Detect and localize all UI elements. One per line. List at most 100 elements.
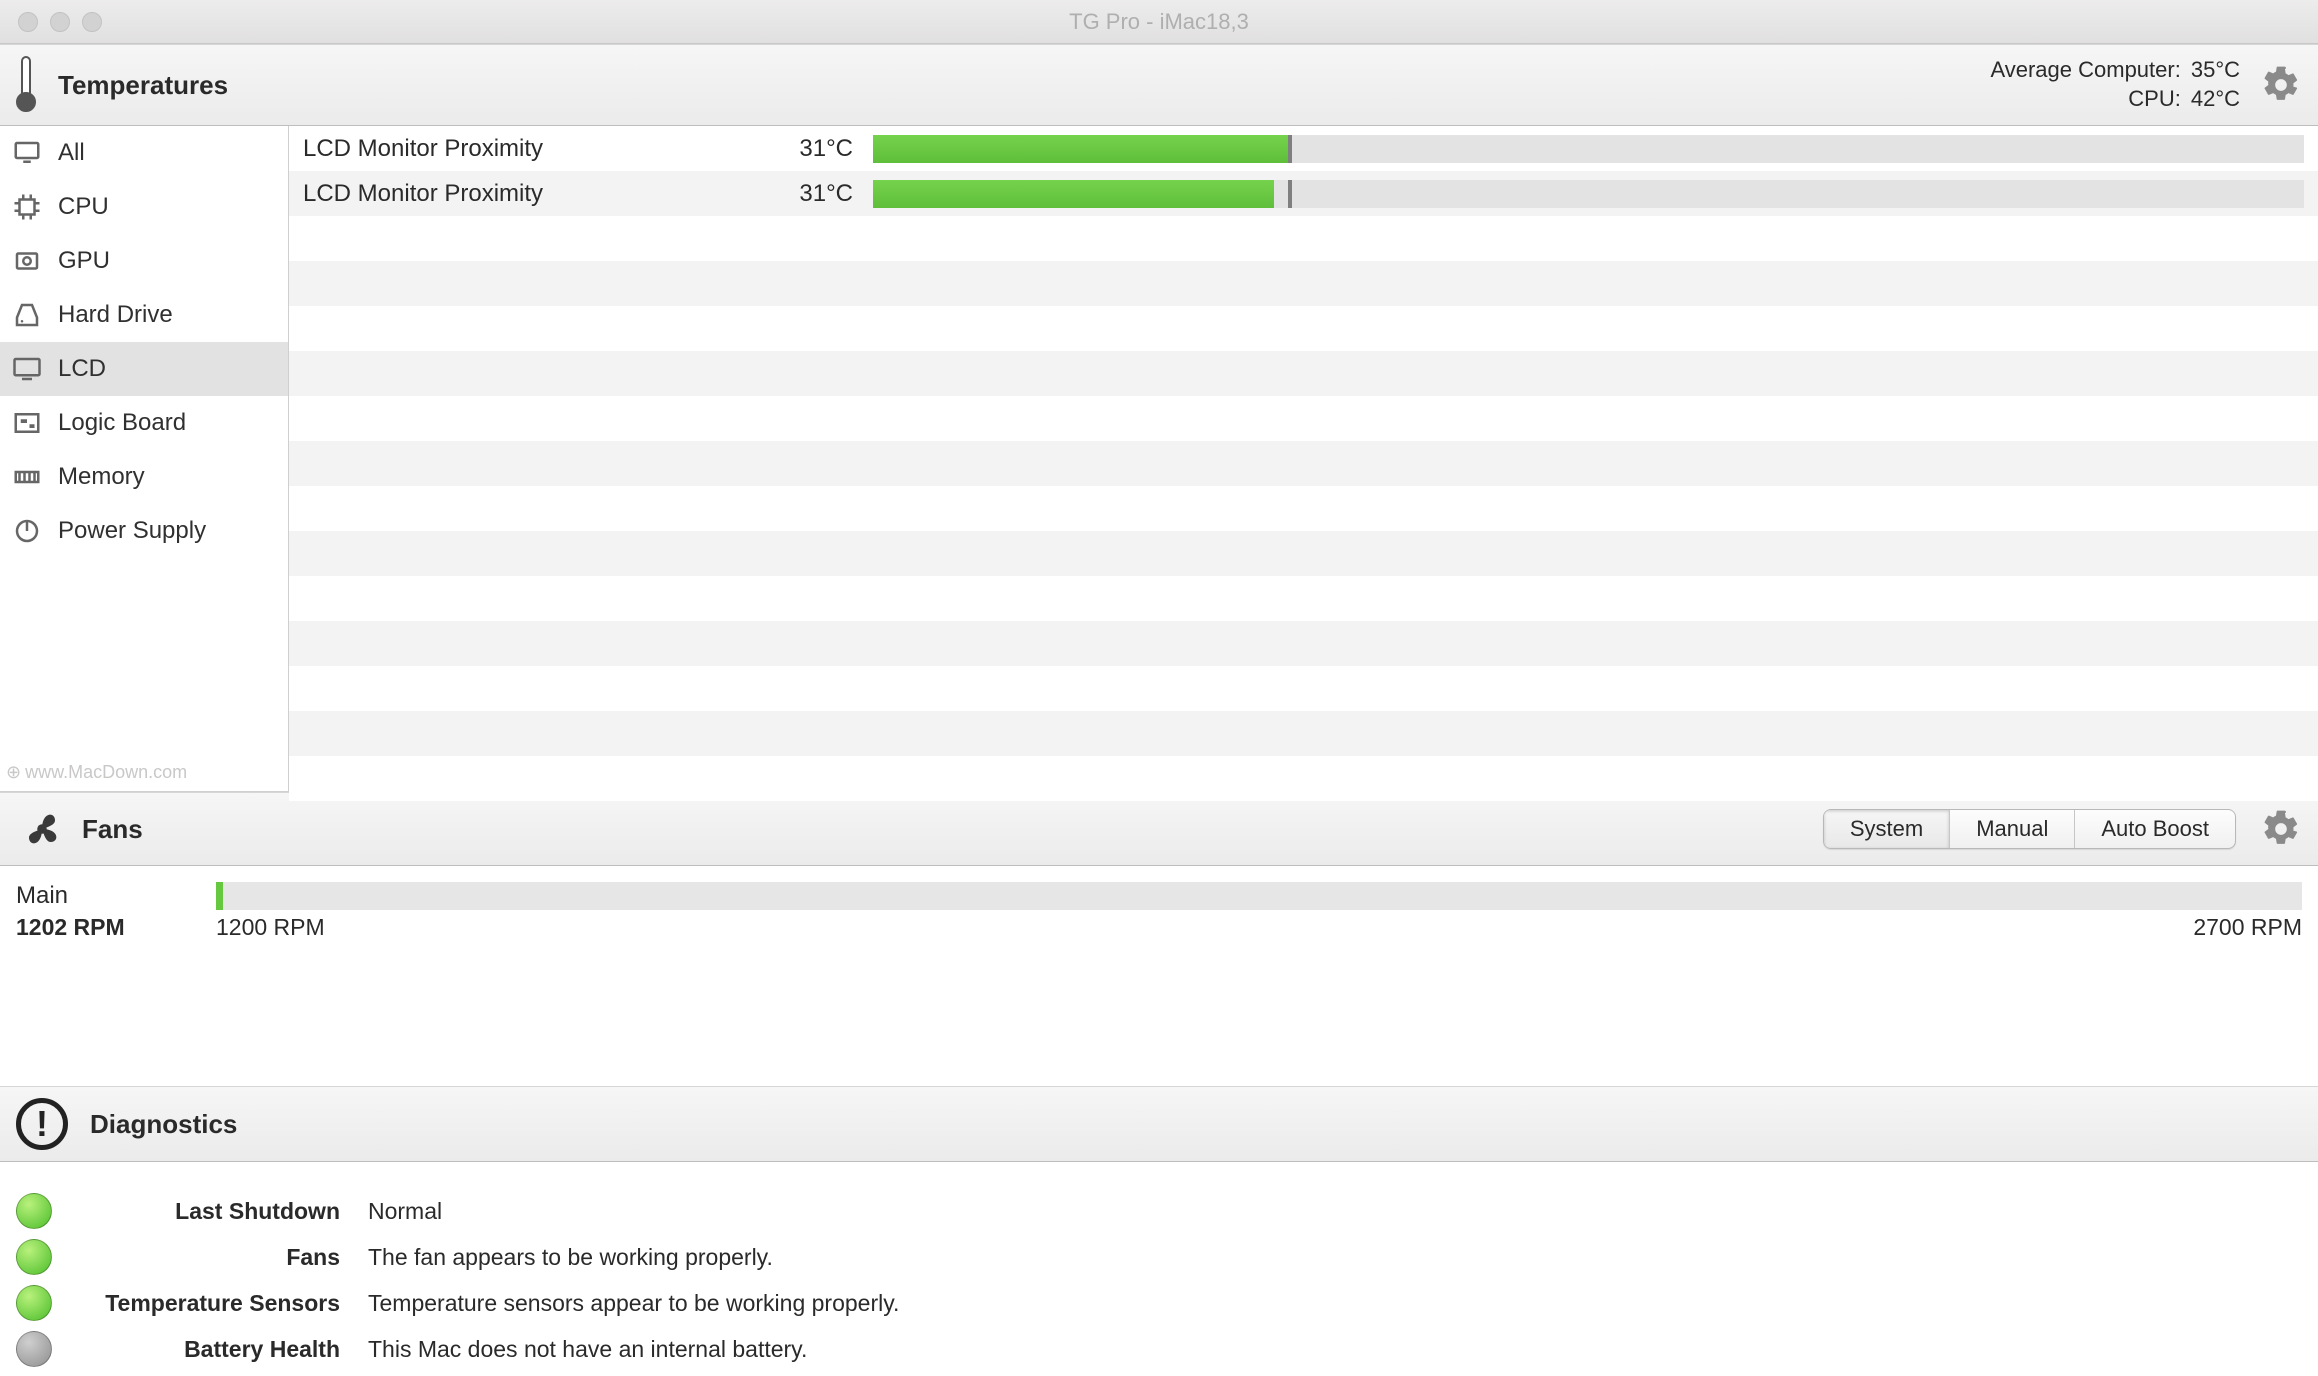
diagnostic-row: Fans The fan appears to be working prope… bbox=[16, 1234, 2302, 1280]
avg-computer-value: 35°C bbox=[2191, 56, 2240, 85]
empty-row bbox=[289, 441, 2318, 486]
empty-row bbox=[289, 666, 2318, 711]
avg-computer-label: Average Computer: bbox=[1990, 56, 2180, 85]
diagnostic-label: Temperature Sensors bbox=[88, 1290, 340, 1317]
memory-icon bbox=[10, 462, 44, 492]
gear-icon bbox=[2261, 65, 2301, 105]
fan-mode-auto-boost[interactable]: Auto Boost bbox=[2075, 810, 2235, 848]
sidebar-item-label: LCD bbox=[58, 355, 106, 383]
diagnostic-row: Last Shutdown Normal bbox=[16, 1188, 2302, 1234]
close-window-button[interactable] bbox=[18, 12, 38, 32]
fans-body: Main 1202 RPM 1200 RPM 2700 RPM bbox=[0, 866, 2318, 1086]
diagnostic-value: Normal bbox=[368, 1198, 442, 1225]
fan-bar-fill bbox=[216, 882, 223, 910]
thermometer-icon bbox=[16, 56, 36, 114]
board-icon bbox=[10, 408, 44, 438]
sidebar-item-label: All bbox=[58, 139, 85, 167]
fan-row: Main bbox=[16, 882, 2302, 910]
zoom-window-button[interactable] bbox=[82, 12, 102, 32]
sidebar-item-hard-drive[interactable]: Hard Drive bbox=[0, 288, 288, 342]
sidebar-item-cpu[interactable]: CPU bbox=[0, 180, 288, 234]
sidebar-item-label: Memory bbox=[58, 463, 145, 491]
sensor-list: LCD Monitor Proximity 31°C LCD Monitor P… bbox=[289, 126, 2318, 791]
diagnostic-value: This Mac does not have an internal batte… bbox=[368, 1336, 807, 1363]
sidebar-item-label: CPU bbox=[58, 193, 109, 221]
sidebar-item-all[interactable]: All bbox=[0, 126, 288, 180]
sidebar-item-gpu[interactable]: GPU bbox=[0, 234, 288, 288]
temperatures-header: Temperatures Average Computer: 35°C CPU:… bbox=[0, 44, 2318, 126]
status-led-icon bbox=[16, 1285, 52, 1321]
temperatures-heading: Temperatures bbox=[58, 70, 228, 101]
watermark-text: www.MacDown.com bbox=[25, 762, 187, 783]
empty-row bbox=[289, 756, 2318, 801]
minimize-window-button[interactable] bbox=[50, 12, 70, 32]
watermark: ⊕ www.MacDown.com bbox=[0, 756, 288, 791]
sensor-bar bbox=[873, 180, 2304, 208]
diagnostics-body: Last Shutdown Normal Fans The fan appear… bbox=[0, 1162, 2318, 1372]
fan-mode-system[interactable]: System bbox=[1824, 810, 1950, 848]
diagnostics-header: ! Diagnostics bbox=[0, 1086, 2318, 1162]
fan-icon bbox=[16, 803, 68, 855]
diagnostic-row: Temperature Sensors Temperature sensors … bbox=[16, 1280, 2302, 1326]
sidebar-item-memory[interactable]: Memory bbox=[0, 450, 288, 504]
sidebar-item-lcd[interactable]: LCD bbox=[0, 342, 288, 396]
sensor-bar-tick bbox=[1288, 180, 1292, 208]
diagnostic-label: Battery Health bbox=[88, 1336, 340, 1363]
sidebar-item-label: Hard Drive bbox=[58, 301, 173, 329]
diagnostic-value: The fan appears to be working properly. bbox=[368, 1244, 773, 1271]
empty-row bbox=[289, 621, 2318, 666]
temperatures-settings-button[interactable] bbox=[2260, 64, 2302, 106]
diagnostic-label: Fans bbox=[88, 1244, 340, 1271]
empty-row bbox=[289, 261, 2318, 306]
temperature-averages: Average Computer: 35°C CPU: 42°C bbox=[1990, 56, 2240, 113]
sensor-name: LCD Monitor Proximity bbox=[303, 180, 753, 208]
sidebar-item-power-supply[interactable]: Power Supply bbox=[0, 504, 288, 558]
empty-row bbox=[289, 351, 2318, 396]
sidebar-item-label: Logic Board bbox=[58, 409, 186, 437]
power-icon bbox=[10, 516, 44, 546]
diagnostic-row: Battery Health This Mac does not have an… bbox=[16, 1326, 2302, 1372]
fan-name: Main bbox=[16, 882, 216, 910]
fan-rpm-row: 1202 RPM 1200 RPM 2700 RPM bbox=[16, 914, 2302, 941]
fan-rpm-max: 2700 RPM bbox=[2193, 914, 2302, 941]
gpu-icon bbox=[10, 246, 44, 276]
sensor-row: LCD Monitor Proximity 31°C bbox=[289, 171, 2318, 216]
fans-heading: Fans bbox=[82, 814, 143, 845]
sensor-value: 31°C bbox=[753, 135, 853, 163]
watermark-icon: ⊕ bbox=[6, 762, 21, 783]
empty-row bbox=[289, 396, 2318, 441]
fan-mode-segmented-control: System Manual Auto Boost bbox=[1823, 809, 2236, 849]
empty-row bbox=[289, 576, 2318, 621]
sensor-bar-tick bbox=[1288, 135, 1292, 163]
display-icon bbox=[10, 138, 44, 168]
fan-rpm-min: 1200 RPM bbox=[216, 914, 325, 941]
sensor-bar-fill bbox=[873, 135, 1288, 163]
status-led-icon bbox=[16, 1239, 52, 1275]
window-title: TG Pro - iMac18,3 bbox=[1069, 9, 1249, 35]
diagnostics-heading: Diagnostics bbox=[90, 1109, 237, 1140]
sensor-bar bbox=[873, 135, 2304, 163]
gear-icon bbox=[2261, 809, 2301, 849]
sidebar-item-label: Power Supply bbox=[58, 517, 206, 545]
avg-cpu-value: 42°C bbox=[2191, 85, 2240, 114]
fans-settings-button[interactable] bbox=[2260, 808, 2302, 850]
fans-header: Fans System Manual Auto Boost bbox=[0, 792, 2318, 866]
titlebar: TG Pro - iMac18,3 bbox=[0, 0, 2318, 44]
diagnostic-value: Temperature sensors appear to be working… bbox=[368, 1290, 899, 1317]
temperatures-body: All CPU GPU Hard Drive LCD Logic Board M… bbox=[0, 126, 2318, 792]
sidebar-item-logic-board[interactable]: Logic Board bbox=[0, 396, 288, 450]
diagnostic-label: Last Shutdown bbox=[88, 1198, 340, 1225]
sensor-value: 31°C bbox=[753, 180, 853, 208]
sidebar-item-label: GPU bbox=[58, 247, 110, 275]
window-controls bbox=[18, 12, 102, 32]
status-led-icon bbox=[16, 1331, 52, 1367]
empty-row bbox=[289, 306, 2318, 351]
alert-icon: ! bbox=[16, 1098, 68, 1150]
empty-row bbox=[289, 216, 2318, 261]
lcd-icon bbox=[10, 354, 44, 384]
avg-cpu-label: CPU: bbox=[2128, 85, 2181, 114]
empty-row bbox=[289, 486, 2318, 531]
fan-mode-manual[interactable]: Manual bbox=[1950, 810, 2075, 848]
sensor-name: LCD Monitor Proximity bbox=[303, 135, 753, 163]
cpu-icon bbox=[10, 192, 44, 222]
